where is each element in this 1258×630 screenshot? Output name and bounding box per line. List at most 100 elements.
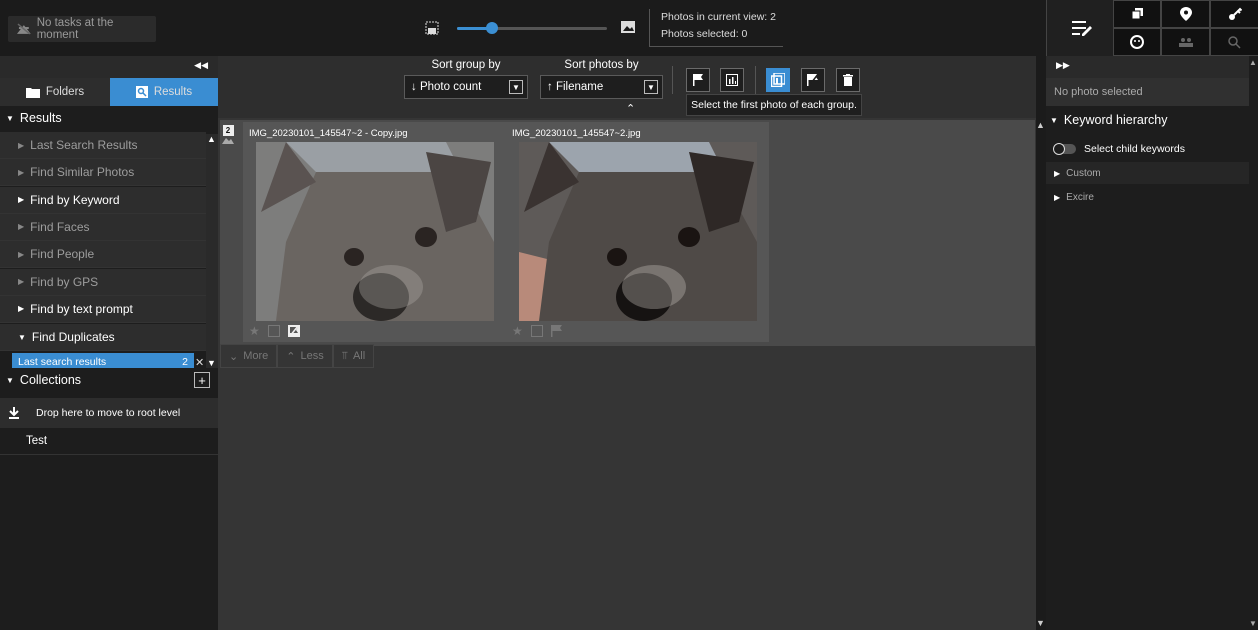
keys-button[interactable] bbox=[1210, 0, 1258, 28]
select-child-toggle[interactable]: Select child keywords bbox=[1053, 140, 1244, 158]
group-count: 2 bbox=[222, 125, 234, 136]
all-button[interactable]: ⫪ All bbox=[332, 344, 375, 368]
search-icon bbox=[1228, 35, 1241, 49]
tab-results[interactable]: Results bbox=[110, 78, 218, 106]
sidebar-item[interactable]: ▶ Find Faces bbox=[0, 213, 206, 241]
more-button[interactable]: ⌄ More bbox=[220, 344, 278, 368]
close-icon[interactable]: ✕ bbox=[195, 356, 204, 369]
sidebar-item[interactable]: ▶ Find Similar Photos bbox=[0, 159, 206, 187]
histogram-button[interactable] bbox=[720, 68, 744, 92]
sidebar-item[interactable]: ▶ Find People bbox=[0, 241, 206, 269]
sidebar-item[interactable]: ▶ Find by Keyword bbox=[0, 186, 206, 214]
expand-caret-icon: ▶ bbox=[18, 249, 25, 259]
expand-all-icon: ⫪ bbox=[341, 349, 348, 362]
left-tabs: Folders Results bbox=[0, 78, 218, 106]
dog-photo bbox=[256, 142, 494, 321]
sidebar-item[interactable]: ▶ Find by GPS bbox=[0, 268, 206, 296]
less-button[interactable]: ⌃ Less bbox=[277, 344, 333, 368]
photo-card[interactable]: IMG_20230101_145547~2 - Copy.jpg ★ bbox=[243, 122, 506, 342]
reject-flag-icon bbox=[807, 74, 819, 86]
zoom-out-icon[interactable] bbox=[424, 20, 440, 36]
select-first-button[interactable] bbox=[766, 68, 790, 92]
scroll-down-icon[interactable]: ▼ bbox=[1036, 618, 1045, 628]
expand-caret-icon: ▶ bbox=[1054, 192, 1061, 202]
top-right-toolbar bbox=[1046, 0, 1258, 56]
star-rating-icon[interactable]: ★ bbox=[249, 324, 260, 338]
flag-button[interactable] bbox=[686, 68, 710, 92]
toolbar-divider bbox=[755, 66, 756, 94]
last-search-results-label: Last search results bbox=[18, 356, 107, 368]
sidebar-item-label: Find Similar Photos bbox=[30, 165, 135, 180]
drop-root-zone[interactable]: Drop here to move to root level bbox=[0, 398, 218, 428]
checkbox-icon[interactable] bbox=[267, 325, 280, 337]
results-section-label: Results bbox=[19, 111, 62, 125]
collection-item[interactable]: Test bbox=[0, 428, 218, 455]
zoom-slider-handle[interactable] bbox=[485, 22, 498, 34]
chevron-up-icon: ⌃ bbox=[286, 350, 296, 363]
tab-folders[interactable]: Folders bbox=[0, 78, 110, 106]
zoom-in-icon[interactable] bbox=[620, 19, 636, 35]
search-button[interactable] bbox=[1210, 28, 1258, 56]
people-button[interactable] bbox=[1161, 28, 1210, 56]
sort-photos-select[interactable]: ↑ Filename ▼ bbox=[540, 75, 663, 99]
expand-caret-icon: ▶ bbox=[18, 195, 25, 205]
keyword-item[interactable]: ▶ Custom bbox=[1046, 162, 1249, 184]
reject-flag-button[interactable] bbox=[801, 68, 825, 92]
last-search-results-item[interactable]: Last search results 2 bbox=[12, 353, 194, 368]
faces-button[interactable] bbox=[1113, 28, 1161, 56]
more-label: More bbox=[243, 350, 269, 362]
scroll-up-icon[interactable]: ▲ bbox=[1036, 120, 1045, 130]
flag-icon bbox=[693, 74, 703, 86]
keyword-hierarchy-header[interactable]: ▼ Keyword hierarchy bbox=[1046, 110, 1249, 130]
expand-caret-icon: ▶ bbox=[18, 304, 25, 314]
find-duplicates-item[interactable]: ▼ Find Duplicates bbox=[0, 324, 206, 351]
reject-flag-icon[interactable] bbox=[287, 325, 300, 337]
photo-filename: IMG_20230101_145547~2 - Copy.jpg bbox=[249, 128, 408, 139]
left-scrollbar[interactable]: ▲ ▼ bbox=[206, 134, 218, 368]
sidebar-item[interactable]: ▶ Last Search Results bbox=[0, 132, 206, 159]
expanded-caret-icon: ▼ bbox=[1050, 115, 1058, 125]
keyword-label: Excire bbox=[1066, 191, 1094, 203]
photo-controls: ★ bbox=[512, 322, 563, 340]
photo-card[interactable]: IMG_20230101_145547~2.jpg ★ bbox=[506, 122, 769, 342]
keyword-item[interactable]: ▶ Excire bbox=[1046, 186, 1249, 208]
expand-caret-icon: ▶ bbox=[18, 222, 25, 232]
star-rating-icon[interactable]: ★ bbox=[512, 324, 523, 338]
sidebar-item-label: Find Faces bbox=[30, 219, 90, 234]
scroll-up-icon[interactable]: ▲ bbox=[207, 134, 216, 144]
collapse-right-icon[interactable]: ▶▶ bbox=[1056, 60, 1070, 71]
chevron-down-icon: ▼ bbox=[644, 80, 658, 94]
trash-icon bbox=[843, 74, 853, 86]
collections-section-label: Collections bbox=[19, 373, 82, 387]
collections-section-header[interactable]: ▼ Collections bbox=[0, 369, 218, 391]
selection-status: No photo selected bbox=[1046, 78, 1249, 106]
people-icon bbox=[1178, 38, 1193, 47]
sort-group-select[interactable]: ↓ Photo count ▼ bbox=[404, 75, 528, 99]
checkbox-icon[interactable] bbox=[530, 325, 543, 337]
collapse-toolbar-icon[interactable]: ⌃ bbox=[626, 102, 635, 115]
collapse-left-icon[interactable]: ◀◀ bbox=[194, 60, 208, 71]
scroll-up-icon[interactable]: ▲ bbox=[1249, 58, 1257, 67]
results-section-header[interactable]: ▼ Results bbox=[0, 107, 218, 129]
edit-metadata-button[interactable] bbox=[1057, 6, 1107, 50]
map-button[interactable] bbox=[1161, 0, 1210, 28]
scroll-down-icon[interactable]: ▼ bbox=[1249, 619, 1257, 628]
keyword-hierarchy-label: Keyword hierarchy bbox=[1063, 113, 1168, 127]
right-scrollbar[interactable]: ▲ ▼ bbox=[1249, 56, 1258, 630]
photos-selected: Photos selected: 0 bbox=[661, 28, 748, 40]
add-collection-button[interactable]: + bbox=[194, 372, 210, 388]
scroll-down-icon[interactable]: ▼ bbox=[207, 358, 216, 368]
sidebar-item-label: Find People bbox=[30, 247, 95, 262]
drop-root-label: Drop here to move to root level bbox=[36, 407, 181, 419]
tasks-icon bbox=[16, 23, 31, 35]
more-less-bar: ⌄ More ⌃ Less ⫪ All bbox=[220, 344, 375, 368]
toggle-switch[interactable] bbox=[1053, 143, 1076, 155]
sidebar-item[interactable]: ▶ Find by text prompt bbox=[0, 295, 206, 323]
all-label: All bbox=[352, 350, 366, 362]
sidebar-item-label: Find by GPS bbox=[30, 274, 99, 289]
edit-list-icon bbox=[1072, 21, 1092, 36]
reject-flag-icon[interactable] bbox=[550, 325, 563, 337]
layers-button[interactable] bbox=[1113, 0, 1161, 28]
delete-button[interactable] bbox=[836, 68, 860, 92]
chart-icon bbox=[726, 74, 738, 86]
